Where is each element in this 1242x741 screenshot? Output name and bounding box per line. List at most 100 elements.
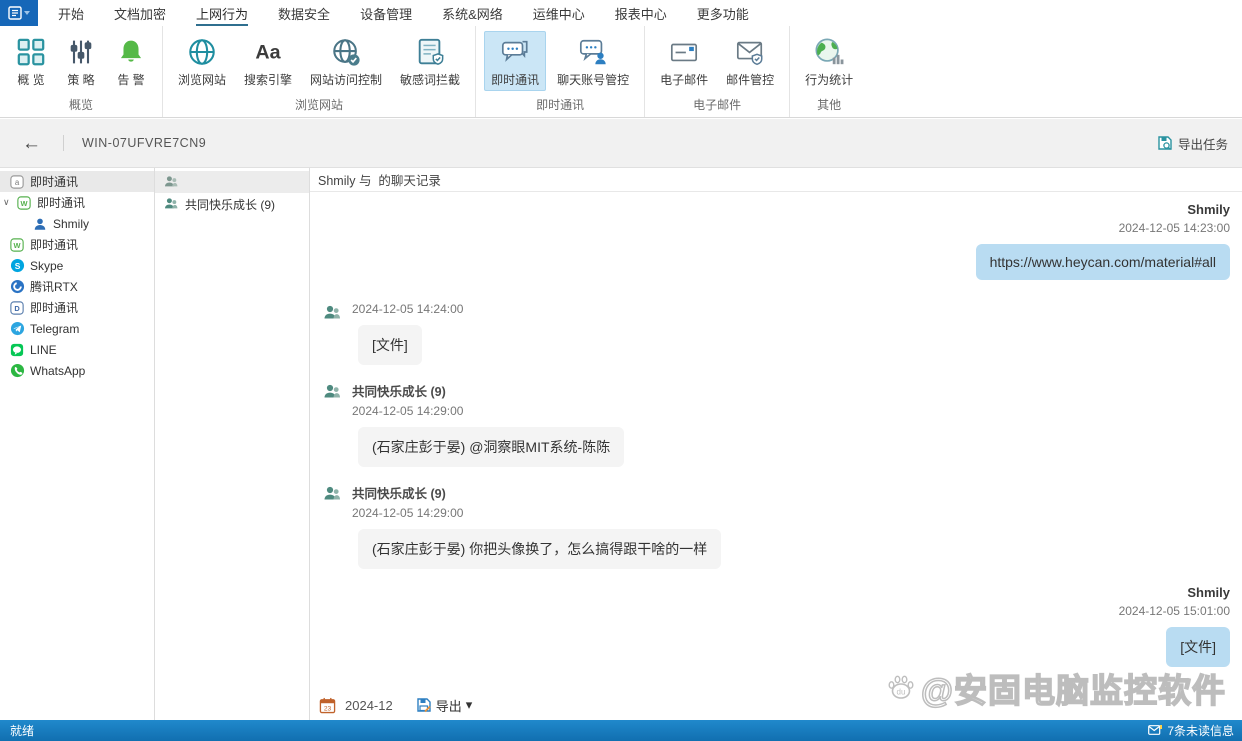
contact-row-blank[interactable] xyxy=(155,171,309,193)
tree-item-im-all[interactable]: a 即时通讯 xyxy=(0,171,154,192)
app-window: 开始 文档加密 上网行为 数据安全 设备管理 系统&网络 运维中心 报表中心 更… xyxy=(0,0,1242,741)
im-button[interactable]: 即时通讯 xyxy=(484,31,547,91)
message-bubble[interactable]: https://www.heycan.com/material#all xyxy=(975,244,1230,280)
chat-icon xyxy=(499,36,531,68)
back-arrow-button[interactable]: ← xyxy=(22,134,41,153)
line-icon xyxy=(9,342,25,358)
message-time: 2024-12-05 14:24:00 xyxy=(352,302,464,316)
tab-device-manage[interactable]: 设备管理 xyxy=(360,0,412,26)
contact-row-group[interactable]: 共同快乐成长 (9) xyxy=(155,193,309,215)
policy-button[interactable]: 策 略 xyxy=(58,31,104,91)
group-icon xyxy=(163,174,179,190)
chat-user-icon xyxy=(577,36,609,68)
tree-item-label: Skype xyxy=(30,258,64,273)
group-avatar-icon xyxy=(322,303,342,323)
app-menu-button[interactable] xyxy=(0,0,38,26)
tree-item-label: Shmily xyxy=(53,216,90,231)
tree-item-label: 即时通讯 xyxy=(30,175,79,189)
chat-message: 共同快乐成长 (9) 2024-12-05 14:29:00 (石家庄彭于晏) … xyxy=(322,483,722,569)
tree-item-line[interactable]: LINE xyxy=(0,339,154,360)
whatsapp-icon xyxy=(9,363,25,379)
tab-data-security[interactable]: 数据安全 xyxy=(278,0,330,26)
tab-start[interactable]: 开始 xyxy=(58,0,84,26)
chevron-down-icon: ▾ xyxy=(465,697,473,712)
email-button[interactable]: 电子邮件 xyxy=(653,31,715,91)
contact-list: 共同快乐成长 (9) xyxy=(155,168,310,720)
tree-item-telegram[interactable]: Telegram xyxy=(0,318,154,339)
tree-item-skype[interactable]: S Skype xyxy=(0,255,154,276)
group-avatar-icon xyxy=(322,484,342,504)
chat-account-control-label: 聊天账号管控 xyxy=(557,73,630,87)
user-blue-icon xyxy=(32,216,48,232)
overview-button[interactable]: 概 览 xyxy=(8,31,54,91)
behavior-stats-button[interactable]: 行为统计 xyxy=(798,31,860,91)
chevron-down-icon[interactable]: ∨ xyxy=(3,197,11,208)
dingtalk-icon: D xyxy=(9,300,25,316)
status-bar: 就绪 7条未读信息 xyxy=(0,720,1242,741)
im-source-tree: a 即时通讯 ∨ W 即时通讯 Shmily W 即时通讯 S Skype 腾讯… xyxy=(0,168,155,720)
globe-stats-icon xyxy=(813,36,845,68)
mail-control-label: 邮件管控 xyxy=(726,73,775,87)
unread-messages-button[interactable]: 7条未读信息 xyxy=(1148,722,1242,739)
message-bubble[interactable]: [文件] xyxy=(358,325,422,365)
tree-item-whatsapp[interactable]: WhatsApp xyxy=(0,360,154,381)
message-list[interactable]: Shmily 2024-12-05 14:23:00 https://www.h… xyxy=(310,192,1242,690)
alert-button[interactable]: 告 警 xyxy=(108,31,154,91)
sender-name: Shmily xyxy=(1187,585,1230,600)
wechat-icon: W xyxy=(16,195,32,211)
export-task-label: 导出任务 xyxy=(1177,137,1228,152)
ribbon-group-im: 即时通讯 聊天账号管控 即时通讯 xyxy=(475,26,644,117)
rtx-icon xyxy=(9,279,25,295)
chat-title: Shmily 与 的聊天记录 xyxy=(310,168,1242,192)
tab-system-network[interactable]: 系统&网络 xyxy=(442,0,503,26)
chat-account-control-button[interactable]: 聊天账号管控 xyxy=(550,31,636,91)
tree-item-wechat-2[interactable]: W 即时通讯 xyxy=(0,234,154,255)
tab-more-features[interactable]: 更多功能 xyxy=(697,0,749,26)
export-task-button[interactable]: 导出任务 xyxy=(1157,134,1228,153)
browse-sites-button[interactable]: 浏览网站 xyxy=(171,31,233,91)
tree-item-label: LINE xyxy=(30,342,57,357)
message-bubble[interactable]: [文件] xyxy=(1166,627,1230,667)
message-bubble[interactable]: (石家庄彭于晏) 你把头像换了，怎么搞得跟干啥的一样 xyxy=(358,529,722,569)
ribbon: 概 览 策 略 告 警 概览 浏览网站 Aa 搜索引擎 网站访问控制 敏感词拦截… xyxy=(0,26,1242,118)
email-label: 电子邮件 xyxy=(660,73,709,87)
ribbon-group-browse: 浏览网站 Aa 搜索引擎 网站访问控制 敏感词拦截 浏览网站 xyxy=(162,26,475,117)
chat-message: 共同快乐成长 (9) 2024-12-05 14:29:00 (石家庄彭于晏) … xyxy=(322,381,625,467)
mail-control-button[interactable]: 邮件管控 xyxy=(719,31,781,91)
tree-item-dingtalk[interactable]: D 即时通讯 xyxy=(0,297,154,318)
device-name: WIN-07UFVRE7CN9 xyxy=(82,136,207,150)
tab-web-behavior[interactable]: 上网行为 xyxy=(196,0,249,26)
sender-name: 共同快乐成长 (9) xyxy=(352,487,446,501)
search-engine-button[interactable]: Aa 搜索引擎 xyxy=(237,31,299,91)
ribbon-group-email: 电子邮件 邮件管控 电子邮件 xyxy=(644,26,789,117)
bell-icon xyxy=(115,36,147,68)
tab-ops-center[interactable]: 运维中心 xyxy=(533,0,585,26)
alert-label: 告 警 xyxy=(117,73,145,87)
svg-text:D: D xyxy=(14,304,20,313)
svg-text:S: S xyxy=(14,261,20,271)
device-header-band: ← WIN-07UFVRE7CN9 导出任务 xyxy=(0,119,1242,168)
tab-doc-encrypt[interactable]: 文档加密 xyxy=(114,0,166,26)
calendar-icon[interactable]: 23 xyxy=(319,697,336,714)
tree-item-rtx[interactable]: 腾讯RTX xyxy=(0,276,154,297)
mail-icon xyxy=(668,36,700,68)
ribbon-group-label: 其他 xyxy=(817,98,842,112)
month-selector[interactable]: 2024-12 xyxy=(345,698,393,713)
status-text: 就绪 xyxy=(10,724,35,738)
tree-item-wechat[interactable]: ∨ W 即时通讯 xyxy=(0,192,154,213)
sender-name: 共同快乐成长 (9) xyxy=(352,385,446,399)
group-avatar-icon xyxy=(322,382,342,402)
export-button[interactable]: 导出 ▾ xyxy=(416,696,473,715)
sensitive-word-button[interactable]: 敏感词拦截 xyxy=(393,31,467,91)
site-access-control-button[interactable]: 网站访问控制 xyxy=(303,31,389,91)
tree-item-label: 腾讯RTX xyxy=(30,280,78,294)
message-bubble[interactable]: (石家庄彭于晏) @洞察眼MIT系统-陈陈 xyxy=(358,427,625,467)
site-access-control-label: 网站访问控制 xyxy=(310,73,383,87)
tree-item-shmily[interactable]: Shmily xyxy=(0,213,154,234)
globe-check-icon xyxy=(330,36,362,68)
tab-report-center[interactable]: 报表中心 xyxy=(615,0,667,26)
chat-message: 2024-12-05 14:24:00 [文件] xyxy=(322,302,463,365)
tree-item-label: WhatsApp xyxy=(30,363,86,378)
unread-messages-label: 7条未读信息 xyxy=(1167,724,1234,738)
sensitive-word-label: 敏感词拦截 xyxy=(400,73,461,87)
